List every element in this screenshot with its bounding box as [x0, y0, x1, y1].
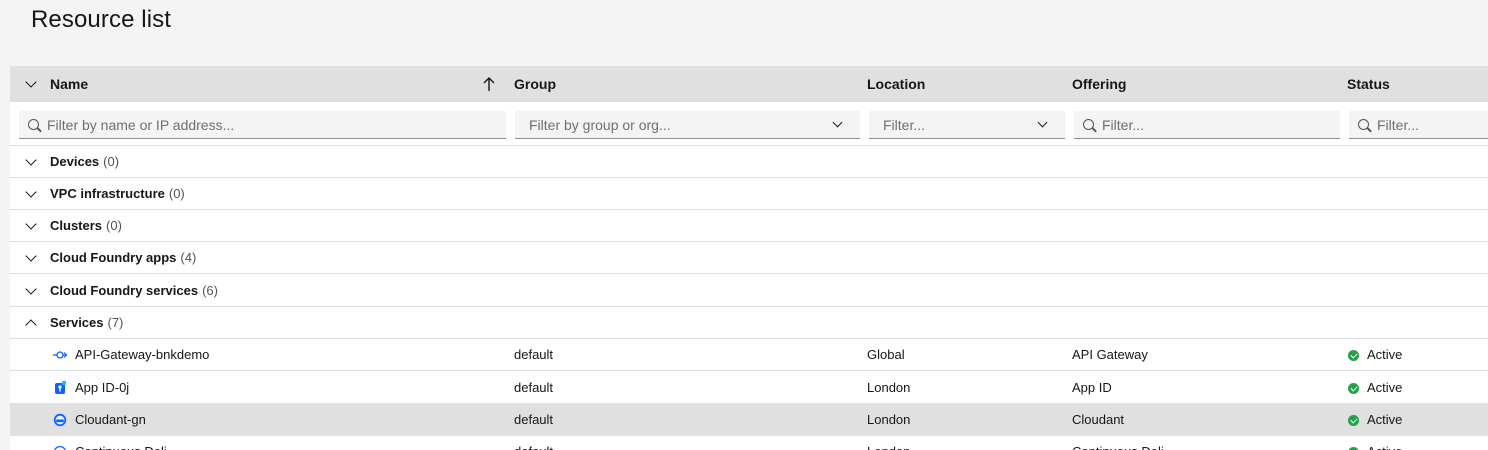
group-row-cloud-foundry-apps[interactable]: Cloud Foundry apps (4) — [10, 242, 1488, 274]
checkmark-filled-icon — [1348, 383, 1359, 394]
column-header-offering[interactable]: Offering — [1072, 66, 1126, 102]
resource-status: Active — [1367, 436, 1402, 450]
group-label: Cloud Foundry apps (4) — [50, 250, 197, 265]
resource-name[interactable]: App ID-0j — [75, 372, 129, 404]
resource-status: Active — [1367, 347, 1403, 362]
filter-row: Filter by name or IP address... Filter b… — [10, 102, 1488, 146]
column-header-status[interactable]: Status — [1347, 66, 1390, 102]
search-icon — [1083, 119, 1094, 130]
status-filter-input[interactable]: Filter... — [1349, 111, 1488, 139]
resource-group: default — [514, 436, 553, 450]
checkmark-filled-icon — [1348, 350, 1359, 361]
column-header-location[interactable]: Location — [867, 66, 925, 102]
continuous-delivery-icon — [54, 445, 66, 450]
resource-status: Active — [1367, 380, 1403, 395]
table-row[interactable]: API-Gateway-bnkdemo default Global API G… — [10, 339, 1488, 371]
chevron-down-icon[interactable] — [25, 250, 37, 262]
resource-offering: API Gateway — [1072, 347, 1148, 362]
search-icon — [28, 119, 39, 130]
table-row[interactable]: App ID-0j default London App ID Active — [10, 372, 1488, 404]
offering-filter-placeholder: Filter... — [1102, 117, 1145, 133]
chevron-up-icon[interactable] — [25, 319, 37, 331]
offering-filter-input[interactable]: Filter... — [1074, 111, 1340, 139]
column-header-name[interactable]: Name — [50, 66, 88, 102]
group-label: Cloud Foundry services (6) — [50, 283, 218, 298]
resource-location: London — [867, 412, 911, 427]
chevron-down-icon[interactable] — [25, 154, 37, 166]
expand-all-chevron-icon[interactable] — [25, 76, 37, 88]
chevron-down-icon[interactable] — [25, 283, 37, 295]
resource-group: default — [514, 347, 554, 362]
sort-ascending-icon[interactable] — [482, 76, 496, 92]
group-label: Clusters (0) — [50, 218, 122, 233]
resource-offering: App ID — [1072, 380, 1112, 395]
page-title: Resource list — [31, 6, 172, 33]
table-header: Name Group Location Offering Status — [10, 66, 1488, 102]
group-filter-dropdown[interactable]: Filter by group or org... — [515, 111, 860, 139]
chevron-down-icon — [1037, 117, 1048, 128]
group-row-clusters[interactable]: Clusters (0) — [10, 210, 1488, 242]
resource-table: Name Group Location Offering Status Filt… — [10, 66, 1488, 450]
chevron-down-icon[interactable] — [25, 218, 37, 230]
chevron-down-icon[interactable] — [25, 186, 37, 198]
api-gateway-icon — [53, 351, 67, 359]
table-row[interactable]: Continuous Deli... default London Contin… — [10, 436, 1488, 450]
name-filter-input[interactable]: Filter by name or IP address... — [19, 111, 506, 139]
search-icon — [1358, 119, 1369, 130]
cloudant-icon — [53, 413, 67, 427]
group-label: VPC infrastructure (0) — [50, 186, 185, 201]
group-row-cloud-foundry-services[interactable]: Cloud Foundry services (6) — [10, 275, 1488, 307]
location-filter-placeholder: Filter... — [883, 117, 926, 133]
group-row-devices[interactable]: Devices (0) — [10, 146, 1488, 178]
group-filter-placeholder: Filter by group or org... — [529, 117, 671, 133]
group-row-vpc-infrastructure[interactable]: VPC infrastructure (0) — [10, 178, 1488, 210]
group-label: Services (7) — [50, 315, 124, 330]
group-row-services[interactable]: Services (7) — [10, 307, 1488, 339]
resource-name[interactable]: API-Gateway-bnkdemo — [75, 339, 209, 371]
resource-location: Global — [867, 347, 905, 362]
resource-location: London — [867, 380, 911, 395]
resource-group: default — [514, 380, 554, 395]
resource-name[interactable]: Continuous Deli... — [75, 436, 178, 450]
chevron-down-icon — [832, 117, 843, 128]
column-header-group[interactable]: Group — [514, 66, 556, 102]
location-filter-dropdown[interactable]: Filter... — [869, 111, 1065, 139]
resource-offering: Continuous Deli... — [1072, 436, 1175, 450]
resource-location: London — [867, 436, 910, 450]
resource-group: default — [514, 412, 554, 427]
resource-name[interactable]: Cloudant-gn — [75, 404, 146, 436]
checkmark-filled-icon — [1348, 415, 1359, 426]
status-filter-placeholder: Filter... — [1377, 117, 1420, 133]
name-filter-placeholder: Filter by name or IP address... — [47, 117, 235, 133]
table-row[interactable]: Cloudant-gn default London Cloudant Acti… — [10, 404, 1488, 436]
group-label: Devices (0) — [50, 154, 120, 169]
app-id-icon — [55, 381, 66, 394]
resource-offering: Cloudant — [1072, 412, 1125, 427]
resource-status: Active — [1367, 412, 1403, 427]
